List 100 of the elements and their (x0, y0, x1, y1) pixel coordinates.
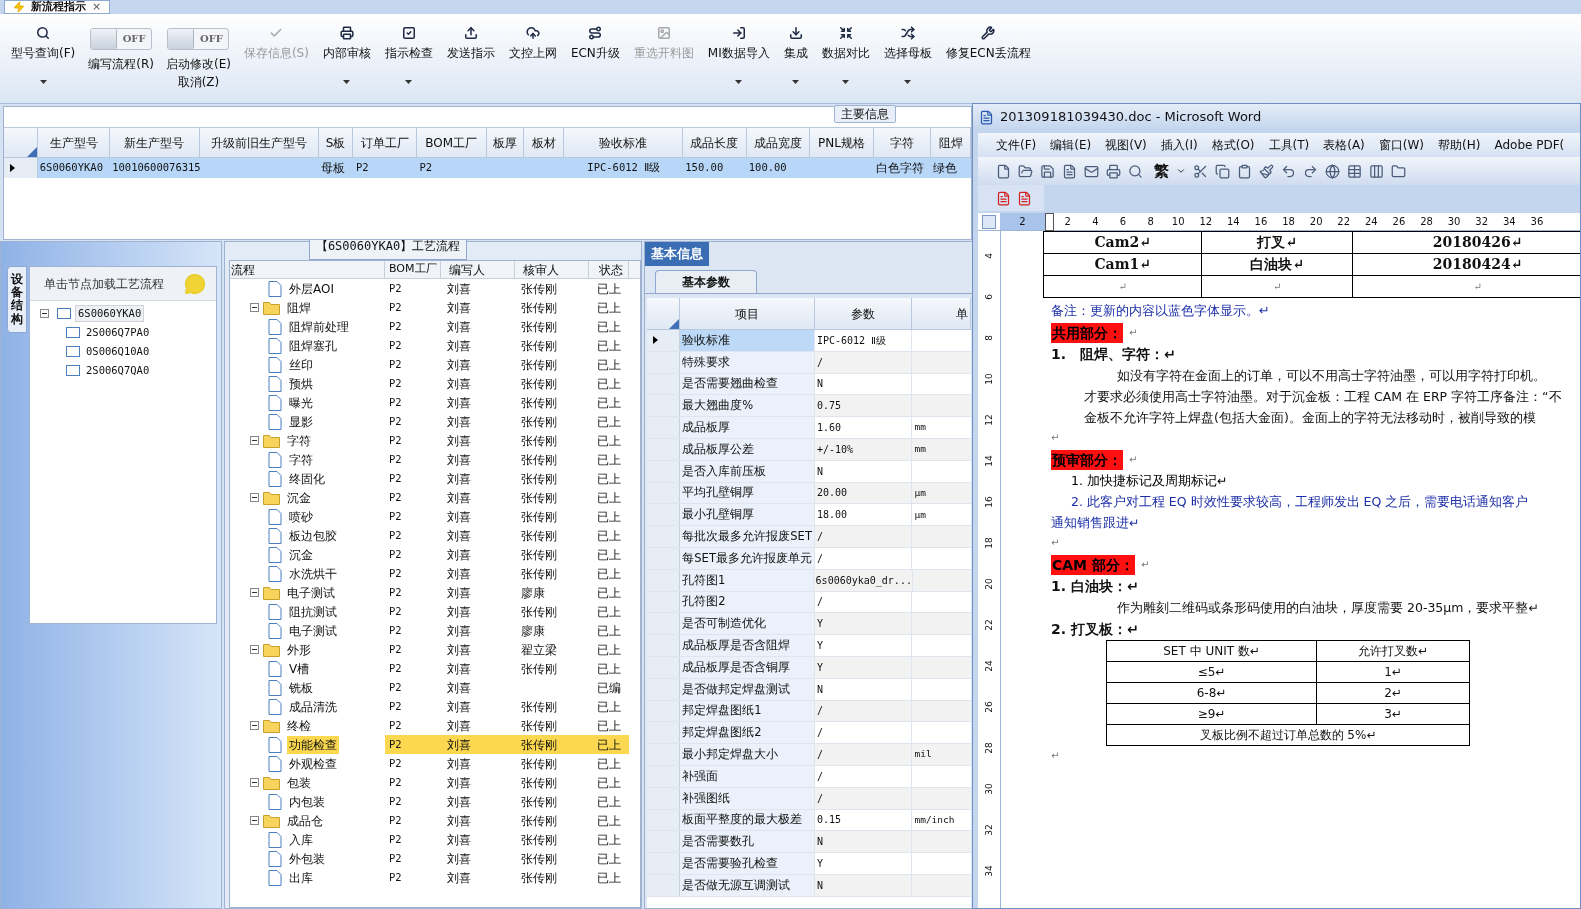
column-header[interactable]: 板厚 (486, 128, 525, 157)
menu-item[interactable]: 帮助(H) (1438, 136, 1481, 154)
property-row[interactable]: 平均孔壁铜厚 20.00 μm (647, 482, 971, 505)
process-row[interactable]: 阻焊塞孔 P2 刘喜 张传刚 已上 (230, 336, 640, 355)
property-row[interactable]: 是否可制造优化 Y (647, 613, 971, 636)
expand-toggle[interactable] (250, 436, 259, 445)
process-row[interactable]: 沉金 P2 刘喜 张传刚 已上 (230, 545, 640, 564)
column-header[interactable]: 单 (956, 304, 968, 323)
property-row[interactable]: 孔符图1 6s0060yka0_dr... (647, 569, 971, 592)
column-header[interactable]: PNL规格 (810, 128, 874, 157)
process-row[interactable]: 曝光 P2 刘喜 张传刚 已上 (230, 393, 640, 412)
toolbar-icon[interactable] (1215, 163, 1230, 179)
menu-item[interactable]: 编辑(E) (1050, 136, 1092, 154)
process-row[interactable]: 电子测试 P2 刘喜 廖康 已上 (230, 583, 640, 602)
process-row[interactable]: 丝印 P2 刘喜 张传刚 已上 (230, 355, 640, 374)
expand-toggle[interactable] (250, 645, 259, 654)
property-row[interactable]: 孔符图2 / (647, 591, 971, 614)
column-header[interactable]: BOM工厂 (417, 128, 487, 157)
property-row[interactable]: 验收标准 IPC-6012 Ⅱ级 (647, 330, 971, 352)
property-row[interactable]: 是否需要数孔 N (647, 831, 971, 854)
property-row[interactable]: 最大翘曲度% 0.75 (647, 395, 971, 418)
menu-item[interactable]: 窗口(W) (1378, 136, 1425, 154)
expand-toggle[interactable] (250, 588, 259, 597)
toolbar-button[interactable]: MI数据导入 (700, 22, 777, 102)
property-row[interactable]: 补强图纸 / (647, 787, 971, 810)
tree-node[interactable]: 6S0060YKA0 (75, 304, 145, 323)
column-header[interactable]: 板材 (524, 128, 564, 157)
column-header[interactable]: 字符 (873, 128, 932, 157)
toolbar-icon[interactable] (1281, 163, 1296, 179)
property-row[interactable]: 邦定焊盘图纸2 / (647, 722, 971, 745)
toolbar-icon[interactable] (1018, 163, 1033, 179)
toolbar-icon[interactable] (1259, 163, 1274, 179)
toolbar-button[interactable]: 型号查询(F) (4, 22, 83, 102)
process-row[interactable]: 成品仓 P2 刘喜 张传刚 已上 (230, 811, 640, 830)
property-row[interactable]: 特殊要求 / (647, 351, 971, 374)
menu-item[interactable]: 插入(I) (1160, 136, 1198, 154)
traditional-chinese-button[interactable]: 繁 (1154, 159, 1169, 183)
column-header[interactable]: 升级前旧生产型号 (199, 128, 319, 157)
menu-item[interactable]: 视图(V) (1105, 136, 1147, 154)
property-row[interactable]: 是否需要翘曲检查 N (647, 373, 971, 396)
pdf-icon[interactable] (1017, 190, 1032, 206)
process-row[interactable]: 电子测试 P2 刘喜 廖康 已上 (230, 621, 640, 640)
column-header[interactable]: 阻焊 (931, 128, 971, 157)
property-row[interactable]: 邦定焊盘图纸1 / (647, 700, 971, 723)
column-header[interactable]: 生产型号 (37, 128, 111, 157)
column-header[interactable]: 流程 (230, 261, 385, 278)
property-row[interactable]: 成品板厚 1.60 mm (647, 417, 971, 439)
process-row[interactable]: 沉金 P2 刘喜 张传刚 已上 (230, 488, 640, 507)
column-header[interactable]: 编写人 (441, 261, 515, 278)
toggle-switch[interactable]: OFF (90, 28, 153, 50)
property-row[interactable]: 板面平整度的最大极差 0.15 mm/inch (647, 809, 971, 832)
property-row[interactable]: 是否入库前压板 N (647, 460, 971, 483)
process-row[interactable]: 外观检查 P2 刘喜 张传刚 已上 (230, 754, 640, 773)
expand-toggle[interactable] (250, 816, 259, 825)
toolbar-icon[interactable] (1062, 163, 1077, 179)
column-header[interactable]: 状态 (589, 261, 629, 278)
column-header[interactable]: 订单工厂 (353, 128, 417, 157)
toolbar-button[interactable]: 文控上网 (501, 22, 564, 102)
process-row[interactable]: 成品清洗 P2 刘喜 张传刚 已上 (230, 697, 640, 716)
indent-marker-icon[interactable] (1045, 212, 1054, 231)
toolbar-icon[interactable] (1128, 163, 1143, 179)
tab-selector-icon[interactable] (982, 214, 996, 229)
property-row[interactable]: 是否做无源互调测试 N (647, 874, 971, 897)
process-row[interactable]: 字符 P2 刘喜 张传刚 已上 (230, 450, 640, 469)
table-row[interactable]: 6S0060YKA0 10010600076315 母板 P2 P2 IPC-6012 Ⅱ级 150.00 100.00 白色字符 绿色 (4, 158, 971, 178)
toolbar-button[interactable]: 指示检查 (377, 22, 440, 102)
process-row[interactable]: 阻焊前处理 P2 刘喜 张传刚 已上 (230, 317, 640, 336)
menu-item[interactable]: Adobe PDF( (1494, 136, 1565, 154)
menu-item[interactable]: 文件(F) (996, 136, 1037, 154)
process-row[interactable]: 铣板 P2 刘喜 已编 (230, 678, 640, 697)
menu-item[interactable]: 表格(A) (1323, 136, 1365, 154)
toolbar-icon[interactable] (1303, 163, 1318, 179)
property-row[interactable]: 成品板厚公差 +/-10% mm (647, 439, 971, 461)
column-header[interactable]: BOM工厂 (385, 261, 441, 278)
toolbar-icon[interactable] (1369, 163, 1384, 179)
panel-tab[interactable]: 基本信息 (645, 242, 709, 266)
toolbar-button[interactable]: 修复ECN丢流程 (938, 22, 1038, 102)
process-row[interactable]: 终检 P2 刘喜 张传刚 已上 (230, 716, 640, 735)
process-row[interactable]: 入库 P2 刘喜 张传刚 已上 (230, 830, 640, 849)
process-row[interactable]: 预烘 P2 刘喜 张传刚 已上 (230, 374, 640, 393)
process-row[interactable]: 阻焊 P2 刘喜 张传刚 已上 (230, 298, 640, 317)
tree-node[interactable]: 2S006Q7PA0 (84, 324, 152, 341)
toolbar-icon[interactable] (996, 163, 1011, 179)
toolbar-button[interactable]: 选择母板 (876, 22, 939, 102)
property-row[interactable]: 最小邦定焊盘大小 / mil (647, 744, 971, 766)
column-header[interactable]: S板 (318, 128, 354, 157)
expand-toggle[interactable] (250, 721, 259, 730)
toolbar-button[interactable]: 内部审核 (315, 22, 378, 102)
process-row[interactable]: 包装 P2 刘喜 张传刚 已上 (230, 773, 640, 792)
column-header[interactable]: 成品长度 (683, 128, 747, 157)
property-row[interactable]: 成品板厚是否含阻焊 Y (647, 635, 971, 657)
dropdown-caret-icon[interactable] (1176, 166, 1186, 176)
pdf-icon[interactable] (996, 190, 1011, 206)
property-row[interactable]: 每批次最多允许报废SET / (647, 526, 971, 548)
column-header[interactable]: 项目 (735, 304, 759, 323)
process-row[interactable]: 终固化 P2 刘喜 张传刚 已上 (230, 469, 640, 488)
toggle-switch[interactable]: OFF (167, 28, 230, 50)
expand-toggle[interactable] (250, 303, 259, 312)
process-row[interactable]: 水洗烘干 P2 刘喜 张传刚 已上 (230, 564, 640, 583)
toolbar-icon[interactable] (1325, 163, 1340, 179)
